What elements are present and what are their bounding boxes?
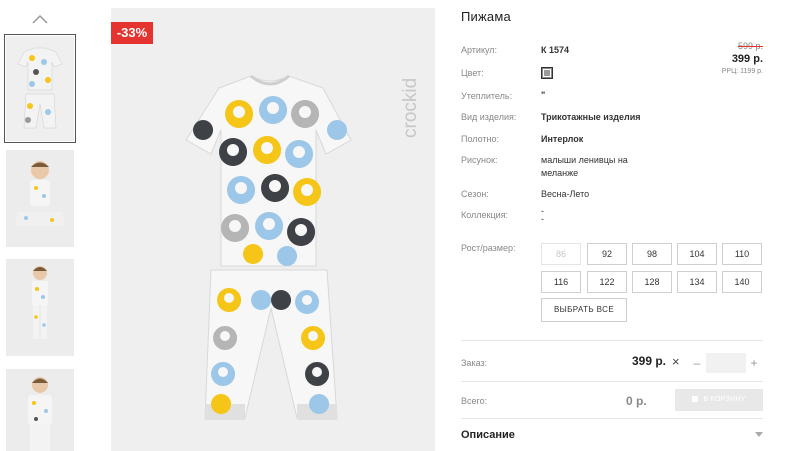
detail-value-collection: - - [541,206,544,224]
thumbnail-child-standing-image [6,259,74,356]
rrp-price: РРЦ: 1199 р. [721,68,763,75]
description-title[interactable]: Описание [461,429,515,441]
size-option-140[interactable]: 140 [722,271,762,293]
cart-icon [692,396,699,402]
size-option-86[interactable]: 86 [541,243,581,265]
add-to-cart-button[interactable]: В КОРЗИНУ [675,389,763,411]
detail-label-color: Цвет: [461,68,484,78]
old-price: 599 р. [737,41,763,51]
quantity-plus-button[interactable]: + [747,353,761,373]
product-title: Пижама [461,9,511,24]
brand-logo: crockid [400,78,421,138]
size-option-116[interactable]: 116 [541,271,581,293]
size-label: Рост/размер: [461,243,516,253]
select-all-sizes-button[interactable]: ВЫБРАТЬ ВСЕ [541,298,627,322]
brand-logo-text: crockid [400,78,421,138]
size-option-104[interactable]: 104 [677,243,717,265]
thumbnail-child-pose-image [6,369,74,451]
thumbnails-up-button[interactable] [30,12,50,26]
detail-label-collection: Коллекция: [461,210,509,220]
size-option-122[interactable]: 122 [587,271,627,293]
detail-value-season: Весна-Лето [541,189,590,199]
quantity-input[interactable] [706,353,746,373]
thumbnail-3[interactable] [6,259,74,356]
chevron-down-icon[interactable] [755,432,763,437]
order-price: 399 р. [632,354,667,368]
thumbnail-2[interactable] [6,150,74,247]
divider [461,418,763,419]
pajama-illustration [111,8,435,451]
detail-label-product-type: Вид изделия: [461,112,517,122]
thumbnail-4[interactable] [6,369,74,451]
size-option-134[interactable]: 134 [677,271,717,293]
detail-label-pattern: Рисунок: [461,155,498,165]
size-option-98[interactable]: 98 [632,243,672,265]
detail-value-fabric: Интерлок [541,134,584,144]
total-label: Всего: [461,396,488,406]
detail-value-product-type: Трикотажные изделия [541,112,641,122]
divider [461,381,763,382]
detail-label-fabric: Полотно: [461,134,500,144]
size-option-92[interactable]: 92 [587,243,627,265]
add-to-cart-label: В КОРЗИНУ [703,396,746,403]
detail-value-insulation: " [541,90,546,100]
detail-value-article: К 1574 [541,45,570,55]
detail-value-pattern: малыши ленивцы на меланже [541,155,628,178]
size-option-110[interactable]: 110 [722,243,762,265]
thumbnail-child-sitting-image [6,150,74,247]
main-product-image[interactable] [111,8,435,451]
size-option-128[interactable]: 128 [632,271,672,293]
thumbnail-1[interactable] [4,34,76,143]
thumbnail-pajama-image [6,36,74,141]
quantity-minus-button[interactable]: – [690,353,704,373]
discount-badge: -33% [111,22,153,44]
detail-label-season: Сезон: [461,189,489,199]
total-price: 0 р. [626,394,647,408]
detail-label-article: Артикул: [461,45,498,55]
detail-label-insulation: Утеплитель: [461,91,513,101]
color-swatch[interactable] [541,67,553,79]
chevron-up-icon [32,14,48,24]
close-icon[interactable]: × [672,354,680,369]
order-label: Заказ: [461,358,488,368]
divider [461,340,763,341]
current-price: 399 р. [731,53,763,65]
